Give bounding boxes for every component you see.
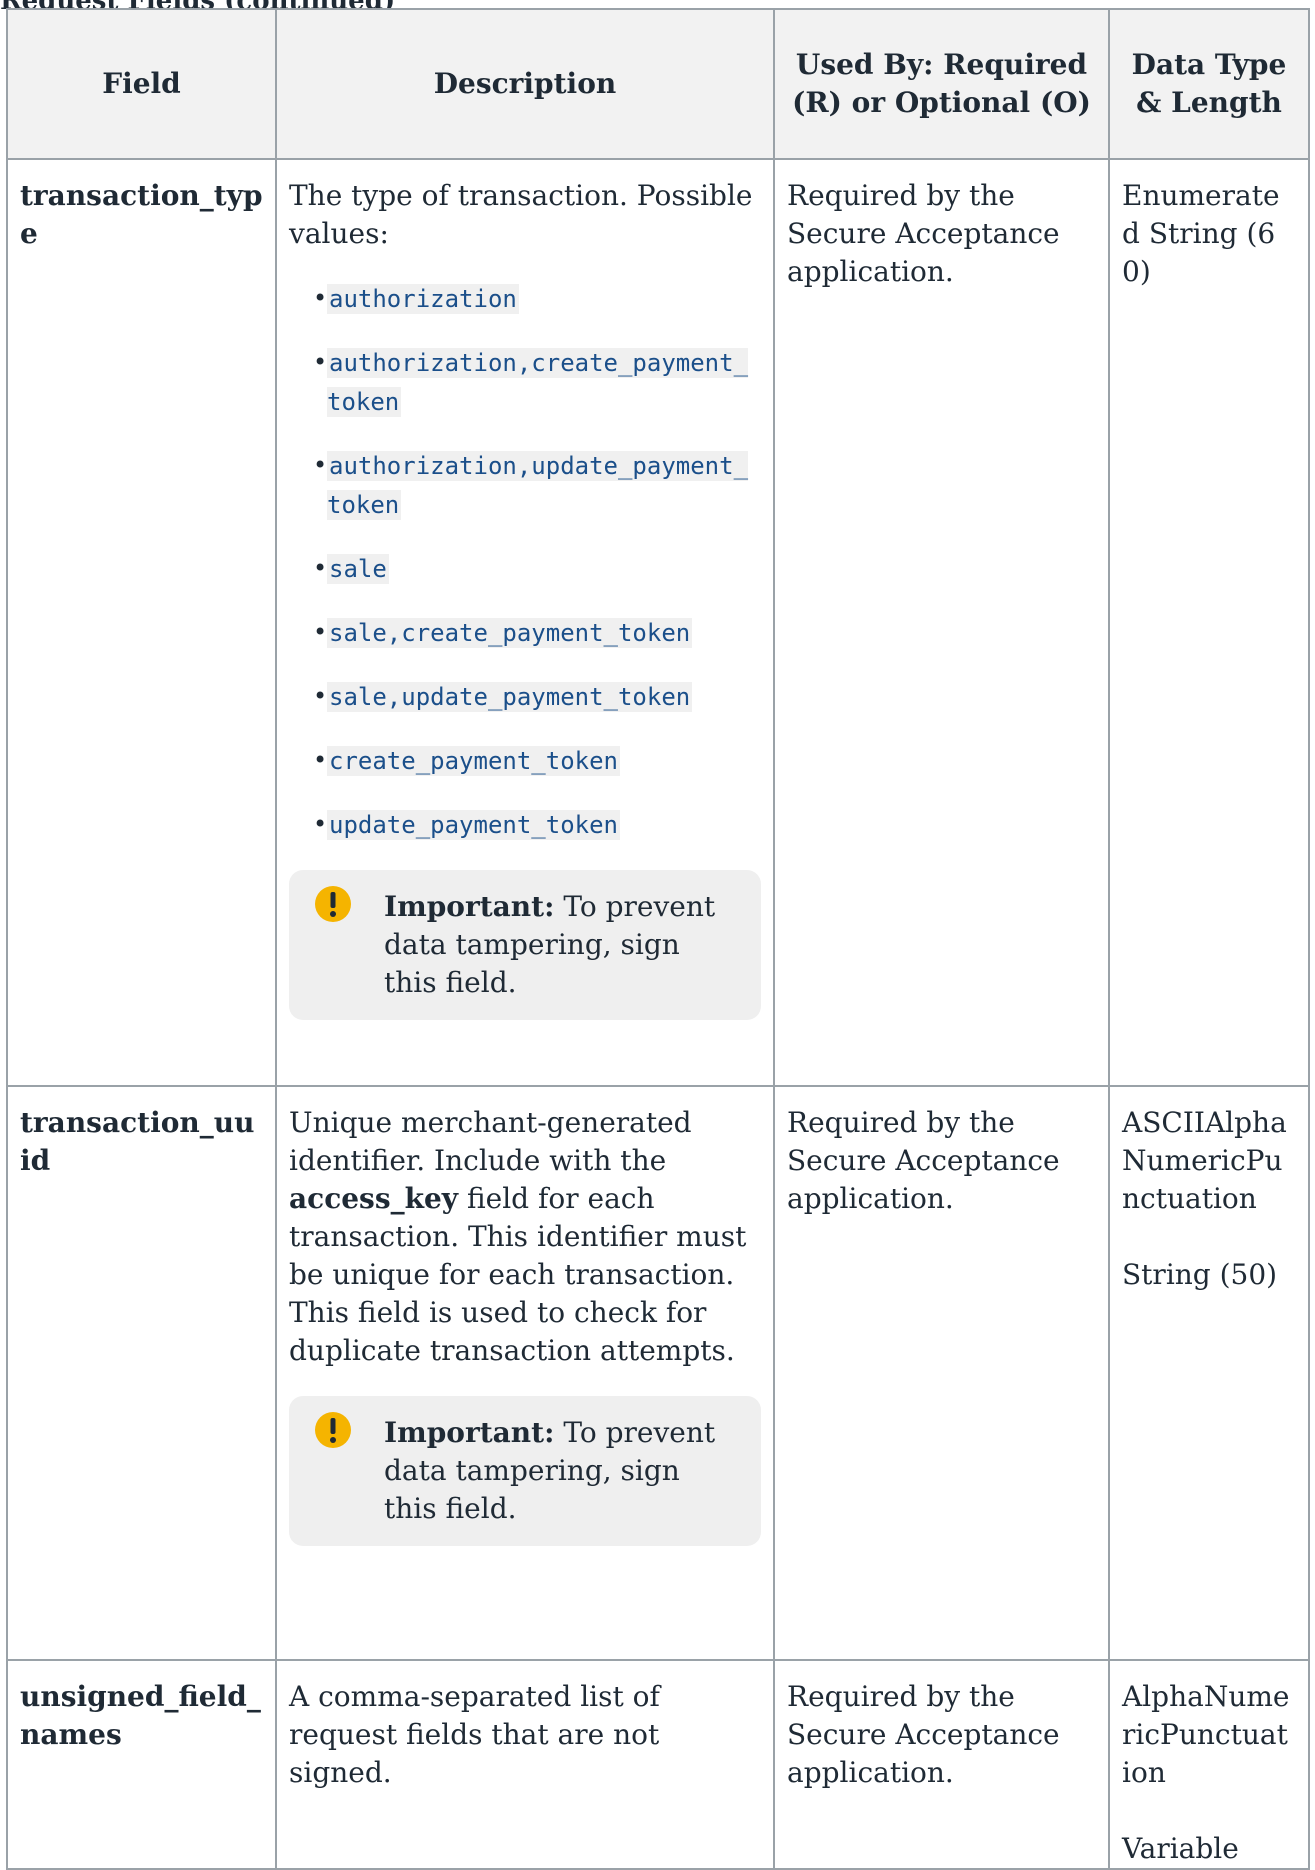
field-name: transaction_uuid <box>6 1085 277 1661</box>
data-type-length: String (50) <box>1122 1258 1278 1291</box>
field-used-by: Required by the Secure Acceptance applic… <box>773 1085 1110 1661</box>
field-used-by: Required by the Secure Acceptance applic… <box>773 1659 1110 1870</box>
list-item: • sale,create_payment_token <box>313 618 693 648</box>
description-field-ref: access_key <box>289 1182 459 1215</box>
exclamation-warning-icon <box>315 886 351 922</box>
important-note: Important: To prevent data tampering, si… <box>289 870 761 1020</box>
list-item: • authorization,create_payment_token <box>313 348 749 417</box>
field-name: transaction_type <box>6 158 277 1087</box>
value-code: sale,create_payment_token <box>327 618 693 648</box>
header-description: Description <box>275 8 775 160</box>
list-item: • sale <box>313 554 389 584</box>
value-code: sale <box>327 554 389 584</box>
value-code: authorization,update_payment_token <box>327 451 749 520</box>
value-code: update_payment_token <box>327 810 620 840</box>
table-row: transaction_type The type of transaction… <box>6 158 1310 1087</box>
field-data-type: Enumerated String (60) <box>1108 158 1310 1087</box>
field-data-type: AlphaNumericPunctuation Variable <box>1108 1659 1310 1870</box>
list-item: • authorization <box>313 284 519 314</box>
table-row: transaction_uuid Unique merchant-generat… <box>6 1085 1310 1661</box>
table-row: unsigned_field_names A comma-separated l… <box>6 1659 1310 1870</box>
possible-values-list: • authorization • authorization,create_pay… <box>289 279 761 844</box>
header-used-by: Used By: Required (R) or Optional (O) <box>773 8 1110 160</box>
data-type-length: Variable <box>1122 1832 1239 1865</box>
list-item: • create_payment_token <box>313 746 620 776</box>
description-text: Unique merchant-generated identifier. In… <box>289 1104 761 1370</box>
header-field: Field <box>6 8 277 160</box>
list-item: • update_payment_token <box>313 810 620 840</box>
exclamation-warning-icon <box>315 1412 351 1448</box>
value-code: authorization <box>327 284 519 314</box>
field-name: unsigned_field_names <box>6 1659 277 1870</box>
field-description: Unique merchant-generated identifier. In… <box>275 1085 775 1661</box>
field-data-type: ASCIIAlphaNumericPunctuation String (50) <box>1108 1085 1310 1661</box>
value-code: sale,update_payment_token <box>327 682 693 712</box>
table-header-row: Field Description Used By: Required (R) … <box>6 8 1310 160</box>
note-label: Important: <box>384 890 555 923</box>
list-item: • sale,update_payment_token <box>313 682 693 712</box>
value-code: create_payment_token <box>327 746 620 776</box>
field-description: A comma-separated list of request fields… <box>275 1659 775 1870</box>
description-text: The type of transaction. Possible values… <box>289 179 753 250</box>
list-item: • authorization,update_payment_token <box>313 451 749 520</box>
important-note: Important: To prevent data tampering, si… <box>289 1396 761 1546</box>
description-pre: Unique merchant-generated identifier. In… <box>289 1106 692 1177</box>
field-description: The type of transaction. Possible values… <box>275 158 775 1087</box>
field-used-by: Required by the Secure Acceptance applic… <box>773 158 1110 1087</box>
request-fields-table: Field Description Used By: Required (R) … <box>6 8 1310 1870</box>
value-code: authorization,create_payment_token <box>327 348 749 417</box>
note-label: Important: <box>384 1416 555 1449</box>
data-type-format: AlphaNumericPunctuation <box>1122 1680 1290 1789</box>
data-type-format: ASCIIAlphaNumericPunctuation <box>1122 1106 1287 1215</box>
header-data-type: Data Type & Length <box>1108 8 1310 160</box>
